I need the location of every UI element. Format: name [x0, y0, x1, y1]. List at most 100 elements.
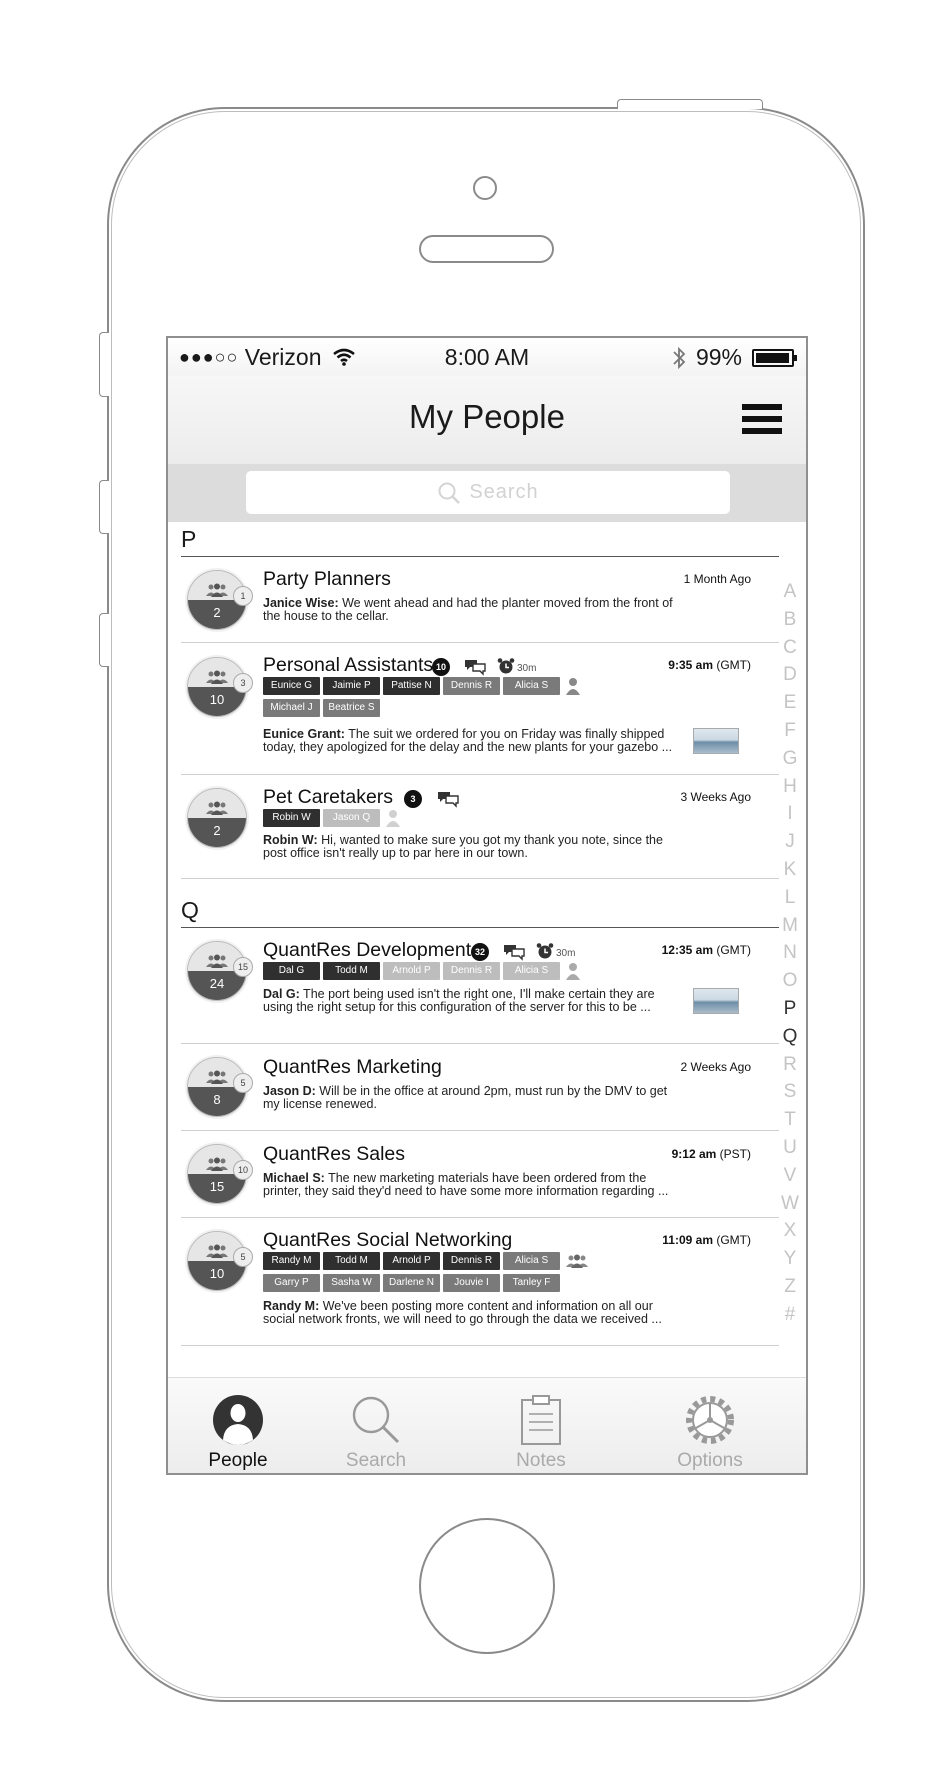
member-tag[interactable]: Jouvie I [443, 1274, 500, 1292]
person-silhouette-icon [213, 1395, 263, 1445]
image-thumbnail[interactable] [693, 728, 739, 754]
index-letter[interactable]: G [780, 745, 800, 773]
timestamp: 11:09 am (GMT) [662, 1233, 751, 1247]
member-tag[interactable]: Dennis R [443, 962, 500, 980]
member-tag[interactable]: Dennis R [443, 1252, 500, 1270]
avatar-badge: 15 [233, 957, 253, 977]
member-tag[interactable]: Alicia S [503, 1252, 560, 1270]
list-item-quantres-social-networking[interactable]: 10 5 QuantRes Social Networking 11:09 am… [181, 1217, 779, 1345]
message-preview: Randy M: We've been posting more content… [263, 1300, 683, 1326]
index-letter[interactable]: V [780, 1162, 800, 1190]
index-letter[interactable]: H [780, 773, 800, 801]
index-letter[interactable]: O [780, 967, 800, 995]
index-letter[interactable]: N [780, 939, 800, 967]
timestamp: 3 Weeks Ago [680, 790, 752, 804]
image-thumbnail[interactable] [693, 988, 739, 1014]
home-button[interactable] [419, 1518, 555, 1654]
message-text: The port being used isn't the right one,… [263, 987, 655, 1014]
index-letter[interactable]: S [780, 1078, 800, 1106]
list-item-quantres-marketing[interactable]: 8 5 QuantRes Marketing 2 Weeks Ago Jason… [181, 1043, 779, 1130]
member-tag[interactable]: Todd M [323, 962, 380, 980]
hamburger-menu-icon[interactable] [742, 404, 782, 434]
unread-count-badge: 10 [432, 658, 450, 676]
list-item-quantres-sales[interactable]: 15 10 QuantRes Sales 9:12 am (PST) Micha… [181, 1130, 779, 1217]
status-bar: ●●●○○ Verizon 8:00 AM 99% [168, 338, 806, 376]
tab-people[interactable]: People [168, 1378, 308, 1473]
index-letter[interactable]: U [780, 1134, 800, 1162]
index-letter[interactable]: D [780, 661, 800, 689]
index-letter[interactable]: M [780, 912, 800, 940]
member-tag[interactable]: Robin W [263, 809, 320, 827]
member-tag[interactable]: Jason Q [323, 809, 380, 827]
search-icon [438, 482, 461, 504]
index-letter[interactable]: Q [780, 1023, 800, 1051]
message-text: Hi, wanted to make sure you got my thank… [263, 833, 663, 860]
member-tag[interactable]: Sasha W [323, 1274, 380, 1292]
group-icon [206, 954, 228, 968]
member-tag[interactable]: Darlene N [383, 1274, 440, 1292]
index-letter[interactable]: T [780, 1106, 800, 1134]
member-tag[interactable]: Alicia S [503, 677, 560, 695]
add-person-icon[interactable] [566, 962, 580, 980]
clipboard-icon [521, 1395, 561, 1445]
add-person-icon[interactable] [386, 809, 400, 827]
index-letter[interactable]: R [780, 1051, 800, 1079]
earpiece-speaker [419, 235, 554, 263]
member-tag[interactable]: Pattise N [383, 677, 440, 695]
chat-icon[interactable] [503, 943, 525, 961]
member-tag[interactable]: Jaimie P [323, 677, 380, 695]
member-tag[interactable]: Tanley F [503, 1274, 560, 1292]
index-letter[interactable]: Y [780, 1245, 800, 1273]
index-letter[interactable]: L [780, 884, 800, 912]
member-tag[interactable]: Todd M [323, 1252, 380, 1270]
search-input[interactable]: Search [246, 471, 730, 514]
add-group-icon[interactable] [565, 1253, 589, 1269]
index-letter[interactable]: B [780, 606, 800, 634]
group-name: QuantRes Marketing [263, 1056, 442, 1078]
tab-search[interactable]: Search [306, 1378, 446, 1473]
tab-notes[interactable]: Notes [471, 1378, 611, 1473]
list-item-pet-caretakers[interactable]: 2 Pet Caretakers 3 3 Weeks Ago Robin W J… [181, 774, 779, 878]
index-letter[interactable]: K [780, 856, 800, 884]
message-sender: Jason D: [263, 1084, 316, 1098]
index-letter[interactable]: P [780, 995, 800, 1023]
list-item-quantres-development[interactable]: 24 15 QuantRes Development 32 30m 12:35 … [181, 927, 779, 1043]
battery-icon [752, 348, 797, 367]
member-tag[interactable]: Randy M [263, 1252, 320, 1270]
index-letter[interactable]: J [780, 828, 800, 856]
list-item-personal-assistants[interactable]: 10 3 Personal Assistants 10 30m 9:35 am … [181, 642, 779, 774]
tab-options[interactable]: Options [640, 1378, 780, 1473]
alarm-clock-icon[interactable] [497, 657, 515, 675]
index-letter[interactable]: I [780, 800, 800, 828]
add-person-icon[interactable] [566, 677, 580, 695]
list-item-party-planners[interactable]: 2 1 Party Planners 1 Month Ago Janice Wi… [181, 556, 779, 642]
group-icon [206, 801, 228, 815]
avatar-badge: 10 [233, 1160, 253, 1180]
index-letter[interactable]: E [780, 689, 800, 717]
tab-label: Notes [516, 1450, 566, 1471]
alarm-clock-icon[interactable] [536, 942, 554, 960]
index-letter[interactable]: Z [780, 1273, 800, 1301]
member-tag[interactable]: Arnold P [383, 1252, 440, 1270]
index-letter[interactable]: A [780, 578, 800, 606]
member-tag[interactable]: Beatrice S [323, 699, 380, 717]
member-tag[interactable]: Alicia S [503, 962, 560, 980]
member-tag[interactable]: Eunice G [263, 677, 320, 695]
avatar-badge: 3 [233, 673, 253, 693]
index-letter[interactable]: F [780, 717, 800, 745]
unread-count-badge: 32 [471, 943, 489, 961]
member-tag[interactable]: Arnold P [383, 962, 440, 980]
member-tag[interactable]: Michael J [263, 699, 320, 717]
chat-icon[interactable] [437, 790, 459, 808]
member-tag[interactable]: Dennis R [443, 677, 500, 695]
member-tag[interactable]: Dal G [263, 962, 320, 980]
message-text: We've been posting more content and info… [263, 1299, 662, 1326]
avatar-badge: 1 [233, 586, 253, 606]
index-letter[interactable]: C [780, 634, 800, 662]
index-letter[interactable]: W [780, 1190, 800, 1218]
chat-icon[interactable] [464, 658, 486, 676]
index-letter[interactable]: X [780, 1217, 800, 1245]
tab-bar: People Search Notes Options [168, 1377, 806, 1473]
index-letter[interactable]: # [780, 1301, 800, 1329]
member-tag[interactable]: Garry P [263, 1274, 320, 1292]
